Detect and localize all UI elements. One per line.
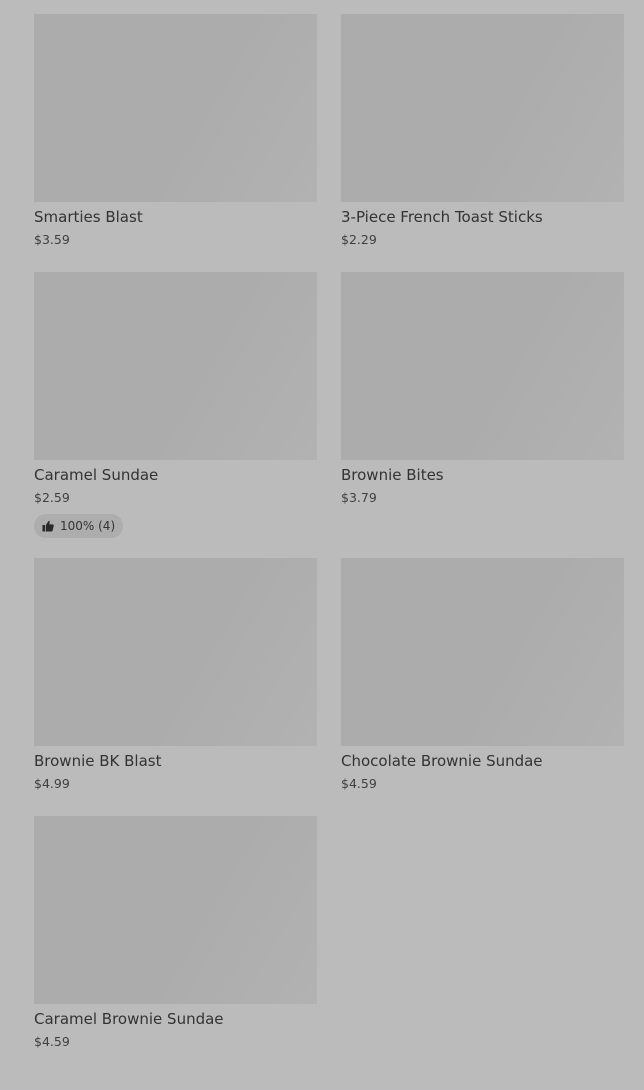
item-price: $4.59 [341,776,377,791]
menu-item-card[interactable]: Chocolate Brownie Sundae $4.59 [341,558,624,816]
menu-item-card[interactable]: Smarties Blast $3.59 [34,14,317,272]
menu-item-card[interactable]: Caramel Sundae $2.59 100% (4) [34,272,317,558]
item-name[interactable]: 3-Piece French Toast Sticks [341,208,624,226]
thumbs-up-icon [42,520,54,532]
item-name[interactable]: Brownie Bites [341,466,624,484]
item-price: $4.59 [34,1034,70,1049]
item-image[interactable] [341,558,624,746]
item-name[interactable]: Caramel Brownie Sundae [34,1010,317,1028]
item-name[interactable]: Smarties Blast [34,208,317,226]
item-price: $2.29 [341,232,377,247]
menu-item-card[interactable]: Brownie BK Blast $4.99 [34,558,317,816]
rating-badge: 100% (4) [34,514,124,538]
item-price: $2.59 [34,490,70,505]
menu-item-grid: Smarties Blast $3.59 3-Piece French Toas… [34,14,624,1074]
item-name[interactable]: Brownie BK Blast [34,752,317,770]
item-image[interactable] [34,14,317,202]
item-image[interactable] [341,14,624,202]
item-price: $3.79 [341,490,377,505]
item-name[interactable]: Caramel Sundae [34,466,317,484]
rating-text: 100% (4) [60,519,116,533]
menu-item-card[interactable]: Caramel Brownie Sundae $4.59 [34,816,317,1074]
menu-item-card[interactable]: 3-Piece French Toast Sticks $2.29 [341,14,624,272]
item-image[interactable] [34,816,317,1004]
item-price: $4.99 [34,776,70,791]
item-name[interactable]: Chocolate Brownie Sundae [341,752,624,770]
item-image[interactable] [341,272,624,460]
item-image[interactable] [34,272,317,460]
item-image[interactable] [34,558,317,746]
item-price: $3.59 [34,232,70,247]
menu-item-card[interactable]: Brownie Bites $3.79 [341,272,624,558]
